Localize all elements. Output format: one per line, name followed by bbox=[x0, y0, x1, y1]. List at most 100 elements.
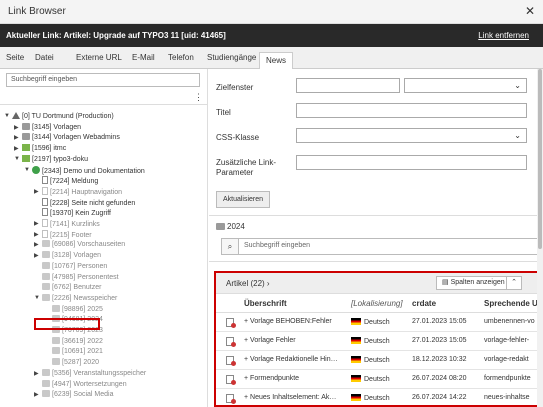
tree-item[interactable]: [98896] 2025 bbox=[52, 304, 103, 315]
tab-studiengaenge[interactable]: Studiengänge bbox=[207, 53, 256, 62]
titel-label: Titel bbox=[216, 108, 231, 117]
panel-title[interactable]: Artikel (22) › bbox=[226, 279, 270, 288]
tree-item[interactable]: [6239] Social Media bbox=[42, 390, 113, 400]
tab-datei[interactable]: Datei bbox=[35, 53, 54, 62]
tree-search-input[interactable]: Suchbegriff eingeben bbox=[6, 73, 200, 87]
news-record-icon bbox=[226, 375, 236, 385]
aktualisieren-button[interactable]: Aktualisieren bbox=[216, 191, 270, 208]
table-row[interactable]: + Formendpunkte Deutsch 26.07.2024 08:20 fo… bbox=[216, 370, 541, 389]
css-klasse-select[interactable]: ⌄ bbox=[296, 128, 527, 143]
table-row[interactable]: + Vorlage Redaktionelle Hin… Deutsch 18.12… bbox=[216, 351, 541, 370]
title-cell[interactable]: + Vorlage Redaktionelle Hin… bbox=[244, 356, 338, 363]
tree-toggle-icon[interactable]: ▶ bbox=[34, 391, 39, 398]
tree-item[interactable]: [6762] Benutzer bbox=[42, 283, 101, 293]
zusatz-parameter-input[interactable] bbox=[296, 155, 527, 170]
tree-toggle-icon[interactable]: ▼ bbox=[14, 156, 20, 162]
zielfenster-input[interactable] bbox=[296, 78, 400, 93]
tree-item[interactable]: [1596] itmc bbox=[22, 144, 66, 154]
date-cell: 26.07.2024 08:20 bbox=[412, 375, 467, 382]
folder-icon bbox=[22, 122, 30, 130]
tree-item[interactable]: [4947] Wortersetzungen bbox=[42, 379, 127, 390]
tree-toggle-icon[interactable]: ▶ bbox=[34, 252, 39, 259]
tab-email[interactable]: E-Mail bbox=[132, 53, 155, 62]
tree-item-label: [10691] 2021 bbox=[62, 348, 103, 356]
news-record-icon bbox=[226, 356, 236, 366]
table-row[interactable]: + Vorlage BEHOBEN:Fehler Deutsch 27.01.202… bbox=[216, 313, 541, 332]
tree-item[interactable]: [3144] Vorlagen Webadmins bbox=[22, 133, 120, 143]
tree-toggle-icon[interactable]: ▶ bbox=[34, 231, 39, 238]
tree-toggle-icon[interactable]: ▶ bbox=[14, 145, 19, 152]
tree-item[interactable]: [5356] Veranstaltungsspeicher bbox=[42, 368, 146, 379]
tree-toggle-icon[interactable]: ▼ bbox=[24, 167, 30, 173]
zusatz-parameter-label-1: Zusätzliche Link- bbox=[216, 158, 277, 167]
tree-toggle-icon[interactable]: ▶ bbox=[34, 220, 39, 227]
scrollbar[interactable] bbox=[537, 69, 543, 407]
news-record-icon bbox=[226, 337, 236, 347]
tree-toggle-icon[interactable]: ▶ bbox=[14, 134, 19, 141]
tree-item[interactable]: [3128] Vorlagen bbox=[42, 251, 101, 261]
page-icon bbox=[42, 197, 48, 206]
flag-de-icon bbox=[351, 375, 361, 382]
close-icon[interactable]: ✕ bbox=[525, 4, 535, 18]
folder-icon bbox=[42, 240, 50, 248]
tree-item-label: [69086] Vorschauseiten bbox=[52, 241, 126, 249]
tree-item[interactable]: [36619] 2022 bbox=[52, 336, 103, 347]
remove-link-button[interactable]: Link entfernen bbox=[478, 31, 529, 40]
tree-item[interactable]: [0] TU Dortmund (Production) bbox=[12, 112, 114, 122]
tree-item[interactable]: [3145] Vorlagen bbox=[22, 122, 81, 133]
search-placeholder: Suchbegriff eingeben bbox=[244, 242, 311, 249]
title-cell[interactable]: + Vorlage Fehler bbox=[244, 337, 296, 344]
title-cell[interactable]: + Vorlage BEHOBEN:Fehler bbox=[244, 318, 332, 325]
tree-item[interactable]: [47985] Personentest bbox=[42, 272, 119, 283]
tree-toggle-icon[interactable]: ▶ bbox=[34, 241, 39, 248]
folder-icon bbox=[22, 133, 30, 141]
tab-telefon[interactable]: Telefon bbox=[168, 53, 194, 62]
table-row[interactable]: + Neues Inhaltselement: Ak… Deutsch 26.07.… bbox=[216, 389, 541, 405]
tab-externe-url[interactable]: Externe URL bbox=[76, 53, 122, 62]
column-header-slug[interactable]: Sprechende U bbox=[484, 299, 538, 308]
tree-item-label: [3144] Vorlagen Webadmins bbox=[32, 134, 120, 142]
tab-seite[interactable]: Seite bbox=[6, 53, 24, 62]
tree-item-label: [36619] 2022 bbox=[62, 337, 103, 345]
window-title: Link Browser bbox=[8, 6, 66, 17]
tree-item[interactable]: [10691] 2021 bbox=[52, 347, 103, 357]
scrollbar-thumb[interactable] bbox=[538, 69, 542, 249]
tree-item[interactable]: [2226] Newsspeicher bbox=[42, 293, 117, 304]
show-columns-button[interactable]: ▤ Spalten anzeigen bbox=[436, 276, 511, 290]
tree-item[interactable]: [69086] Vorschauseiten bbox=[42, 240, 125, 250]
tree-menu-icon[interactable]: ⋮ bbox=[194, 92, 203, 103]
zielfenster-select[interactable]: ⌄ bbox=[404, 78, 527, 93]
record-search-input[interactable]: ⌕ Suchbegriff eingeben bbox=[221, 238, 543, 255]
column-header-lokalisierung[interactable]: [Lokalisierung] bbox=[351, 299, 403, 308]
tree-item-label: [6239] Social Media bbox=[52, 391, 114, 399]
title-cell[interactable]: + Neues Inhaltselement: Ak… bbox=[244, 394, 336, 401]
slug-cell: vorlage-fehler- bbox=[484, 337, 530, 344]
table-row[interactable]: + Vorlage Fehler Deutsch 27.01.2023 15:05 v… bbox=[216, 332, 541, 351]
tree-toggle-icon[interactable]: ▶ bbox=[34, 188, 39, 195]
titel-input[interactable] bbox=[296, 103, 527, 118]
tree-item[interactable]: [2228] Seite nicht gefunden bbox=[42, 197, 135, 208]
tree-item[interactable]: [2197] typo3-doku bbox=[22, 154, 88, 165]
tree-item[interactable]: [7224] Meldung bbox=[42, 176, 98, 186]
tree-toggle-icon[interactable]: ▶ bbox=[34, 370, 39, 377]
tree-item[interactable]: [2343] Demo und Dokumentation bbox=[32, 165, 145, 176]
tree-item[interactable]: [10767] Personen bbox=[42, 261, 107, 272]
column-header-ueberschrift[interactable]: Überschrift bbox=[244, 299, 287, 308]
tree-item[interactable]: [19370] Kein Zugriff bbox=[42, 208, 111, 218]
folder-icon bbox=[42, 261, 50, 269]
search-icon[interactable]: ⌕ bbox=[222, 239, 239, 254]
tree-item-label: [47985] Personentest bbox=[52, 273, 119, 281]
page-icon bbox=[42, 229, 48, 238]
column-header-crdate[interactable]: crdate bbox=[412, 299, 436, 308]
tree-toggle-icon[interactable]: ▼ bbox=[34, 295, 40, 301]
collapse-button[interactable]: ⌃ bbox=[506, 276, 522, 290]
tree-item[interactable]: [7141] Kurzlinks bbox=[42, 219, 100, 229]
tab-news[interactable]: News bbox=[259, 52, 294, 69]
tree-item[interactable]: [2215] Footer bbox=[42, 229, 92, 240]
tree-item[interactable]: [2214] Hauptnavigation bbox=[42, 186, 122, 197]
tree-item[interactable]: [5287] 2020 bbox=[52, 358, 99, 368]
title-cell[interactable]: + Formendpunkte bbox=[244, 375, 299, 382]
current-link-text: Aktueller Link: Artikel: Upgrade auf TYP… bbox=[6, 31, 226, 40]
tree-toggle-icon[interactable]: ▼ bbox=[4, 113, 10, 119]
tree-toggle-icon[interactable]: ▶ bbox=[14, 124, 19, 131]
